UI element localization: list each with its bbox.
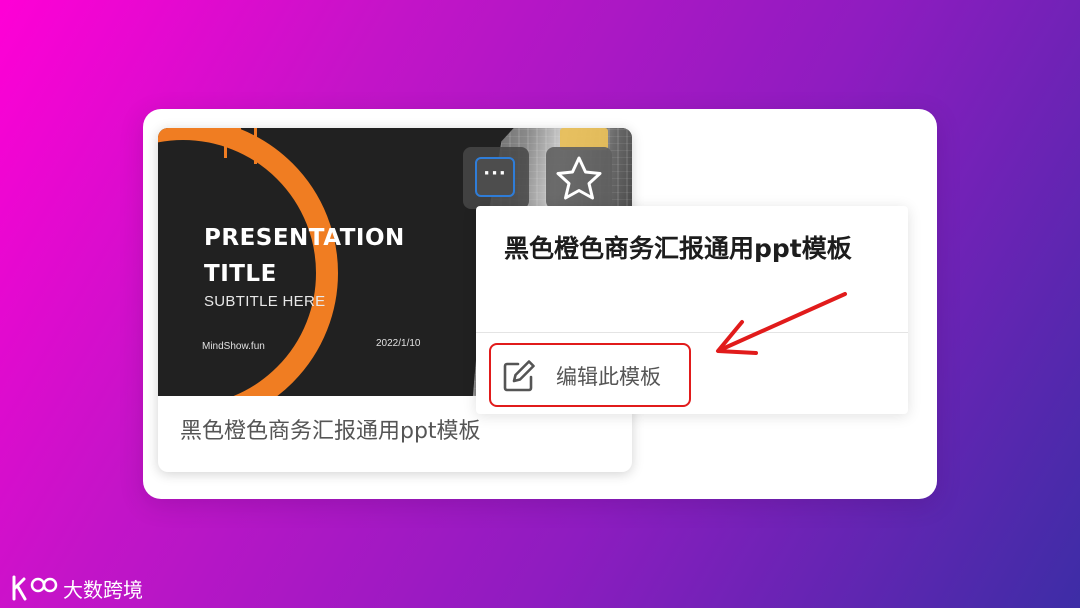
more-dots-icon[interactable]: ···: [475, 157, 515, 197]
slide-title: PRESENTATION TITLE: [204, 225, 405, 287]
slide-brand: MindShow.fun: [202, 341, 265, 352]
template-caption[interactable]: 黑色橙色商务汇报通用ppt模板: [180, 413, 481, 445]
orange-line-decoration: [238, 128, 241, 146]
k100-logo: [12, 575, 58, 601]
slide-subtitle: SUBTITLE HERE: [204, 293, 326, 310]
star-icon: [556, 156, 602, 200]
red-arrow-annotation: [716, 292, 847, 355]
orange-line-decoration: [254, 128, 257, 164]
more-options-button[interactable]: ···: [463, 147, 529, 209]
edit-pencil-icon: [503, 360, 535, 392]
watermark-text: 大数跨境: [63, 578, 143, 602]
edit-template-label: 编辑此模板: [556, 365, 661, 389]
slide-date: 2022/1/10: [376, 338, 421, 349]
favorite-button[interactable]: [546, 147, 612, 209]
edit-template-menu-item[interactable]: 编辑此模板: [489, 343, 691, 407]
popup-title: 黑色橙色商务汇报通用ppt模板: [504, 234, 852, 263]
orange-line-decoration: [224, 128, 227, 158]
